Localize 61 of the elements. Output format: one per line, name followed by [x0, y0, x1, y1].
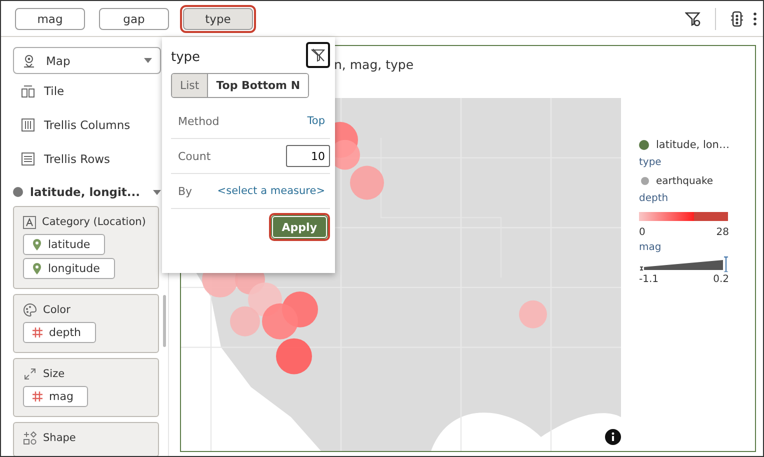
hash-icon: [32, 327, 43, 338]
count-input[interactable]: 10: [286, 145, 330, 167]
columns-icon: [21, 118, 35, 132]
hash-icon: [32, 391, 43, 402]
caret-icon: [144, 58, 152, 63]
filter-pill[interactable]: gap: [99, 8, 169, 30]
clear-filter-icon: [311, 48, 325, 62]
scale-min: 0: [639, 227, 646, 240]
rows-icon: [21, 152, 35, 166]
mode-tab[interactable]: Top Bottom N: [207, 74, 308, 97]
info-icon[interactable]: [605, 429, 621, 445]
apply-button[interactable]: Apply: [272, 216, 327, 238]
card-title: Category (Location): [42, 216, 146, 228]
properties-icon[interactable]: [730, 10, 744, 26]
tile-icon: [21, 84, 35, 98]
field-label: By: [178, 184, 192, 198]
measure-link[interactable]: <select a measure>: [217, 185, 325, 197]
column-chip[interactable]: depth: [23, 322, 96, 343]
layout-option[interactable]: Trellis Columns: [44, 118, 130, 132]
legend-heading: type: [639, 156, 662, 170]
field-label: Method: [178, 114, 220, 128]
caret-icon[interactable]: [153, 190, 162, 194]
text-icon: [23, 216, 36, 228]
legend-heading: mag: [639, 241, 662, 255]
shapes-icon: [23, 431, 37, 445]
layout-option[interactable]: Trellis Rows: [44, 152, 110, 166]
resize-icon: [23, 367, 37, 381]
popup-title: type: [171, 50, 200, 64]
map-pin-icon: [22, 54, 36, 68]
location-pin-icon: [32, 262, 42, 275]
more-icon[interactable]: [753, 12, 757, 26]
location-pin-icon: [32, 238, 42, 251]
layout-option[interactable]: Tile: [44, 84, 64, 98]
layer-dot: [13, 187, 23, 197]
legend-label: earthquake: [656, 176, 714, 186]
data-bubble[interactable]: [276, 338, 312, 374]
card-title: Color: [43, 304, 70, 316]
view-type-dropdown[interactable]: Map: [13, 47, 161, 74]
data-bubble[interactable]: [262, 303, 298, 340]
chart-title: n, mag, type: [334, 57, 414, 74]
data-bubble[interactable]: [350, 166, 384, 200]
card-title: Shape: [43, 432, 76, 444]
legend-layer-label: latitude, lon…: [656, 139, 730, 151]
scale-max: 28: [716, 227, 729, 240]
card-title: Size: [43, 368, 65, 380]
mode-tab[interactable]: List: [172, 74, 208, 97]
column-chip[interactable]: latitude: [23, 234, 106, 255]
filter-pill[interactable]: type: [183, 8, 253, 30]
scale-min: -1.1: [639, 274, 659, 287]
legend-heading: depth: [639, 192, 670, 206]
field-label: Count: [178, 150, 211, 162]
filter-pill[interactable]: mag: [15, 8, 85, 30]
method-link[interactable]: Top: [307, 115, 325, 127]
column-chip[interactable]: longitude: [23, 258, 115, 279]
layer-name[interactable]: latitude, longit...: [30, 185, 140, 199]
column-chip[interactable]: mag: [23, 386, 88, 407]
clear-filter-button[interactable]: [306, 42, 330, 68]
filter-icon[interactable]: [685, 10, 701, 26]
scale-max: 0.2: [713, 274, 729, 287]
scrollbar[interactable]: [163, 295, 166, 347]
palette-icon: [23, 303, 37, 317]
